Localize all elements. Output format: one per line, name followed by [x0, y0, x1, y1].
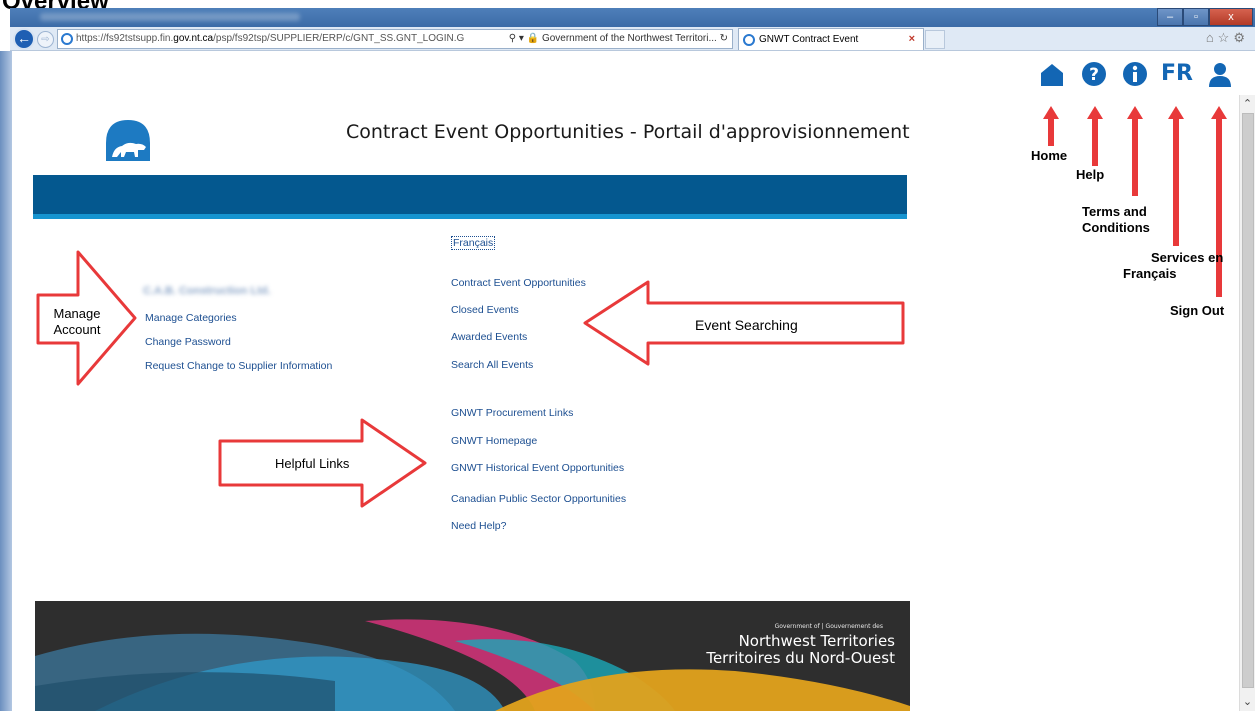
- footer-government-of: Government of | Gouvernement des: [774, 623, 883, 630]
- manage-account-label: Manage Account: [52, 306, 102, 337]
- services-en-francais-label: Services en Français: [1123, 250, 1223, 281]
- helpful-links-label: Helpful Links: [275, 456, 350, 471]
- terms-conditions-label: Terms and Conditions: [1082, 204, 1150, 235]
- terms-line2: Conditions: [1082, 219, 1150, 235]
- terms-line1: Terms and: [1082, 204, 1147, 219]
- sign-out-label: Sign Out: [1170, 303, 1225, 318]
- manage-account-line2: Account: [53, 321, 101, 337]
- services-line1: Services en: [1151, 250, 1224, 265]
- services-pointer-arrow: [1168, 106, 1184, 246]
- help-label: Help: [1076, 167, 1105, 182]
- event-searching-label: Event Searching: [695, 317, 798, 333]
- footer-nwt-french: Territoires du Nord-Ouest: [706, 649, 895, 668]
- footer-banner: Government of | Gouvernement des Northwe…: [35, 601, 910, 711]
- home-label: Home: [1031, 148, 1068, 163]
- footer-nwt-english: Northwest Territories: [738, 632, 895, 650]
- manage-account-line1: Manage: [53, 306, 101, 321]
- home-pointer-arrow: [1043, 106, 1059, 146]
- services-line2: Français: [1123, 265, 1177, 281]
- help-pointer-arrow: [1087, 106, 1103, 166]
- terms-pointer-arrow: [1127, 106, 1143, 196]
- footer-nwt-wordmark: Northwest Territories Territoires du Nor…: [706, 632, 895, 668]
